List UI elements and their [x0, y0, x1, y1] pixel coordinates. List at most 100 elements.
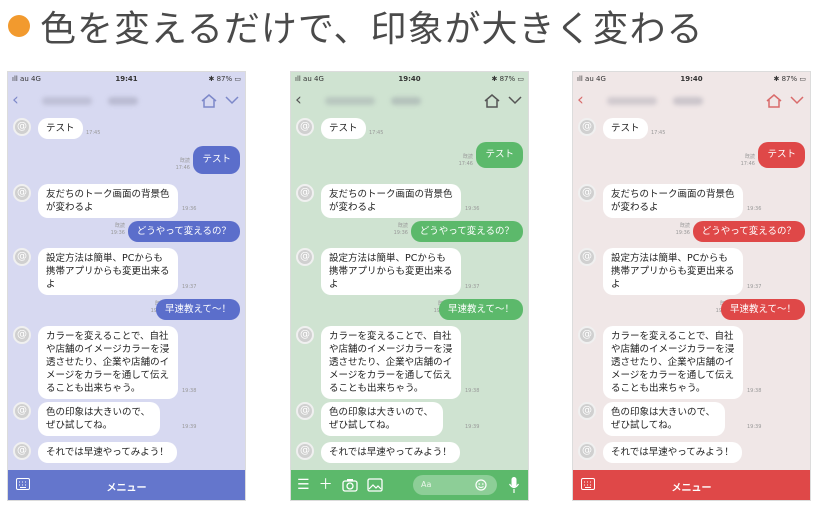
message-bubble[interactable]: どうやって変えるの？	[692, 221, 805, 242]
avatar	[13, 248, 31, 266]
blurred-account-name	[391, 97, 421, 105]
toolbar-icon-group: ☰ ＋	[297, 476, 383, 494]
plus-icon[interactable]: ＋	[319, 476, 333, 494]
message-bubble[interactable]: 早速教えて〜！	[155, 299, 240, 320]
microphone-icon[interactable]	[508, 476, 520, 494]
menu-lines-icon[interactable]: ☰	[297, 476, 310, 494]
blurred-chat-name	[325, 97, 375, 105]
message-time: 19:37	[182, 284, 197, 290]
message-time: 17:45	[651, 130, 666, 136]
camera-icon[interactable]	[341, 476, 358, 494]
avatar	[578, 118, 596, 136]
message-time: 19:39	[465, 424, 480, 430]
avatar	[578, 184, 596, 202]
status-bar: ıll au 4G 19:41 ✱ 87% ▭	[8, 72, 245, 86]
emoji-icon[interactable]	[475, 479, 487, 491]
avatar	[296, 184, 314, 202]
home-icon[interactable]	[483, 93, 501, 109]
avatar	[296, 118, 314, 136]
message-bubble[interactable]: テスト	[193, 146, 240, 174]
message-bubble[interactable]: それでは早速やってみよう！	[321, 442, 460, 463]
avatar	[13, 402, 31, 420]
home-icon[interactable]	[200, 93, 218, 109]
message-time: 17:45	[369, 130, 384, 136]
read-receipt: 既読 17:46	[740, 154, 755, 167]
blurred-chat-name	[42, 97, 92, 105]
back-arrow-icon[interactable]: ‹	[577, 90, 584, 110]
message-time: 19:38	[465, 388, 480, 394]
phone-screenshot-red: ıll au 4G 19:40 ✱ 87% ▭ ‹ テスト 17:45 既読 1…	[573, 72, 810, 500]
message-bubble[interactable]: 色の印象は大きいので、ぜひ試してね。	[321, 402, 443, 436]
message-bubble[interactable]: 早速教えて〜！	[438, 299, 523, 320]
message-bubble[interactable]: どうやって変えるの？	[127, 221, 240, 242]
read-receipt: 既読 19:36	[675, 223, 690, 236]
message-bubble[interactable]: 色の印象は大きいので、ぜひ試してね。	[38, 402, 160, 436]
chat-header: ‹	[8, 86, 245, 116]
message-bubble[interactable]: テスト	[603, 118, 648, 139]
message-bubble[interactable]: 友だちのトーク画面の背景色が変わるよ	[38, 184, 178, 218]
message-time: 17:45	[86, 130, 101, 136]
chevron-down-icon[interactable]	[508, 95, 522, 105]
blurred-account-name	[673, 97, 703, 105]
avatar	[578, 442, 596, 460]
message-bubble[interactable]: 友だちのトーク画面の背景色が変わるよ	[603, 184, 743, 218]
avatar	[296, 326, 314, 344]
message-time: 19:38	[182, 388, 197, 394]
back-arrow-icon[interactable]: ‹	[12, 90, 19, 110]
avatar	[13, 184, 31, 202]
avatar	[578, 402, 596, 420]
phone-screenshot-blue: ıll au 4G 19:41 ✱ 87% ▭ ‹ テスト 17:45 既読 1…	[8, 72, 245, 500]
avatar	[296, 402, 314, 420]
avatar	[296, 248, 314, 266]
avatar	[13, 326, 31, 344]
message-bubble[interactable]: 設定方法は簡単、PCからも携帯アプリからも変更出来るよ	[321, 248, 461, 295]
message-bubble[interactable]: カラーを変えることで、自社や店舗のイメージカラーを浸透させたり、企業や店舗のイメ…	[38, 326, 178, 399]
message-time: 19:36	[465, 206, 480, 212]
menu-button[interactable]: メニュー	[8, 479, 245, 494]
message-time: 19:39	[747, 424, 762, 430]
read-receipt: 既読 19:36	[110, 223, 125, 236]
message-bubble[interactable]: カラーを変えることで、自社や店舗のイメージカラーを浸透させたり、企業や店舗のイメ…	[603, 326, 743, 399]
message-bubble[interactable]: テスト	[321, 118, 366, 139]
avatar	[578, 248, 596, 266]
chevron-down-icon[interactable]	[225, 95, 239, 105]
menu-button[interactable]: メニュー	[573, 479, 810, 494]
input-toolbar: ☰ ＋ Aa	[291, 470, 528, 500]
message-bubble[interactable]: カラーを変えることで、自社や店舗のイメージカラーを浸透させたり、企業や店舗のイメ…	[321, 326, 461, 399]
battery-indicator: ✱ 87% ▭	[208, 75, 242, 83]
avatar	[13, 118, 31, 136]
blurred-chat-name	[607, 97, 657, 105]
message-bubble[interactable]: テスト	[38, 118, 83, 139]
message-time: 19:36	[182, 206, 197, 212]
message-bubble[interactable]: 設定方法は簡単、PCからも携帯アプリからも変更出来るよ	[603, 248, 743, 295]
read-receipt: 既読 17:46	[458, 154, 473, 167]
chat-header: ‹	[573, 86, 810, 116]
home-icon[interactable]	[765, 93, 783, 109]
rich-menu-bar[interactable]: メニュー	[8, 470, 245, 500]
message-bubble[interactable]: どうやって変えるの？	[410, 221, 523, 242]
back-arrow-icon[interactable]: ‹	[295, 90, 302, 110]
message-bubble[interactable]: 色の印象は大きいので、ぜひ試してね。	[603, 402, 725, 436]
image-icon[interactable]	[366, 476, 383, 494]
battery-indicator: ✱ 87% ▭	[491, 75, 525, 83]
headline-text: 色を変えるだけで、印象が大きく変わる	[40, 9, 704, 50]
message-bubble[interactable]: 早速教えて〜！	[720, 299, 805, 320]
message-bubble[interactable]: テスト	[758, 142, 805, 168]
blurred-account-name	[108, 97, 138, 105]
message-bubble[interactable]: 設定方法は簡単、PCからも携帯アプリからも変更出来るよ	[38, 248, 178, 295]
message-time: 19:36	[747, 206, 762, 212]
message-bubble[interactable]: テスト	[476, 142, 523, 168]
avatar	[13, 442, 31, 460]
read-receipt: 既読 19:36	[393, 223, 408, 236]
avatar	[578, 326, 596, 344]
message-bubble[interactable]: 友だちのトーク画面の背景色が変わるよ	[321, 184, 461, 218]
message-time: 19:39	[182, 424, 197, 430]
message-bubble[interactable]: それでは早速やってみよう！	[603, 442, 742, 463]
avatar	[296, 442, 314, 460]
message-time: 19:38	[747, 388, 762, 394]
rich-menu-bar[interactable]: メニュー	[573, 470, 810, 500]
message-bubble[interactable]: それでは早速やってみよう！	[38, 442, 177, 463]
orange-bullet-icon	[8, 15, 30, 37]
chevron-down-icon[interactable]	[790, 95, 804, 105]
message-time: 19:37	[465, 284, 480, 290]
